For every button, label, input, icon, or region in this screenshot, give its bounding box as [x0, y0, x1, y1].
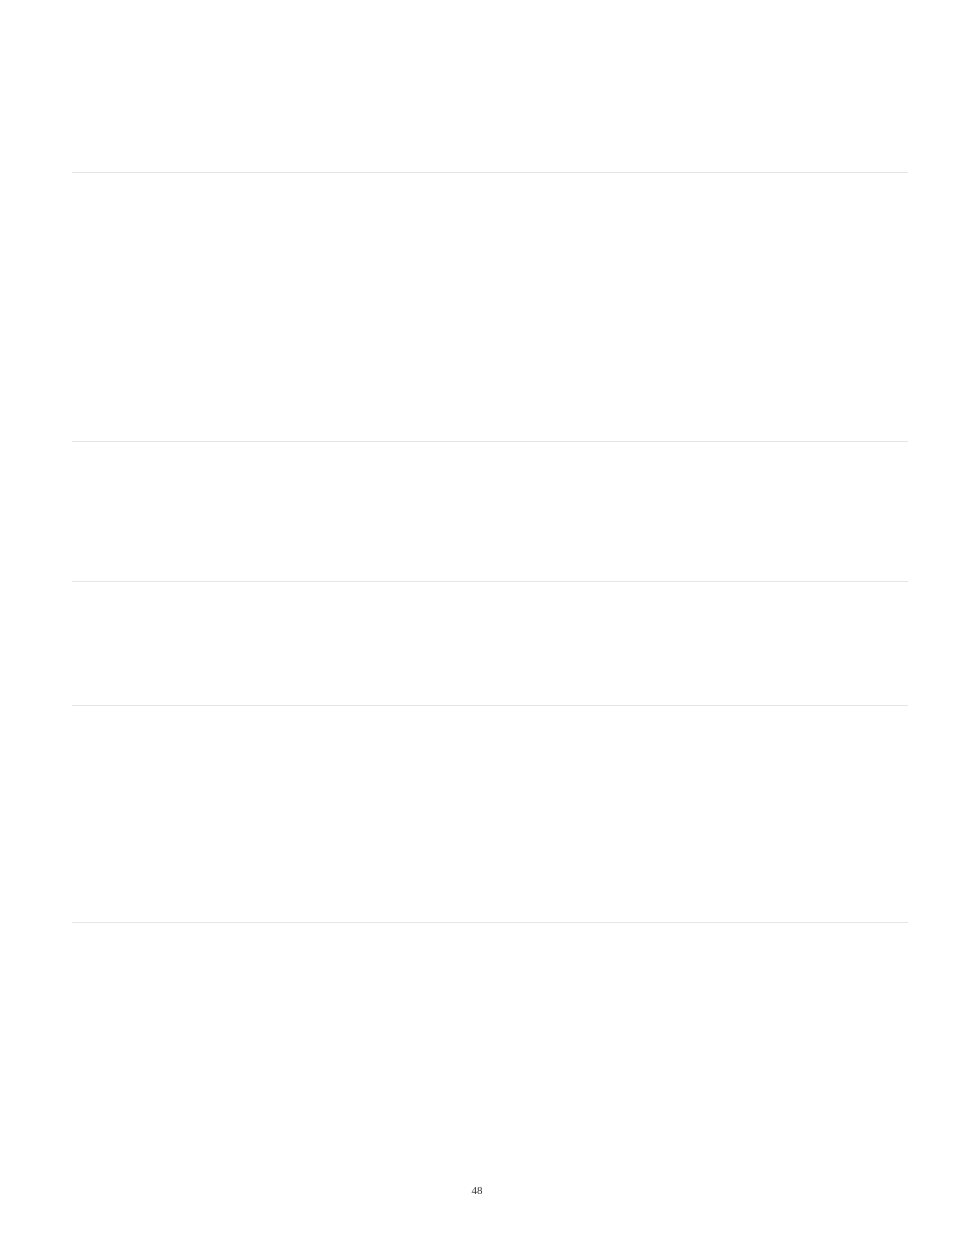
- page-number: 48: [0, 1185, 954, 1197]
- horizontal-divider: [72, 922, 908, 923]
- horizontal-divider: [72, 581, 908, 582]
- horizontal-divider: [72, 441, 908, 442]
- horizontal-divider: [72, 172, 908, 173]
- document-page: 48: [0, 0, 954, 1235]
- horizontal-divider: [72, 705, 908, 706]
